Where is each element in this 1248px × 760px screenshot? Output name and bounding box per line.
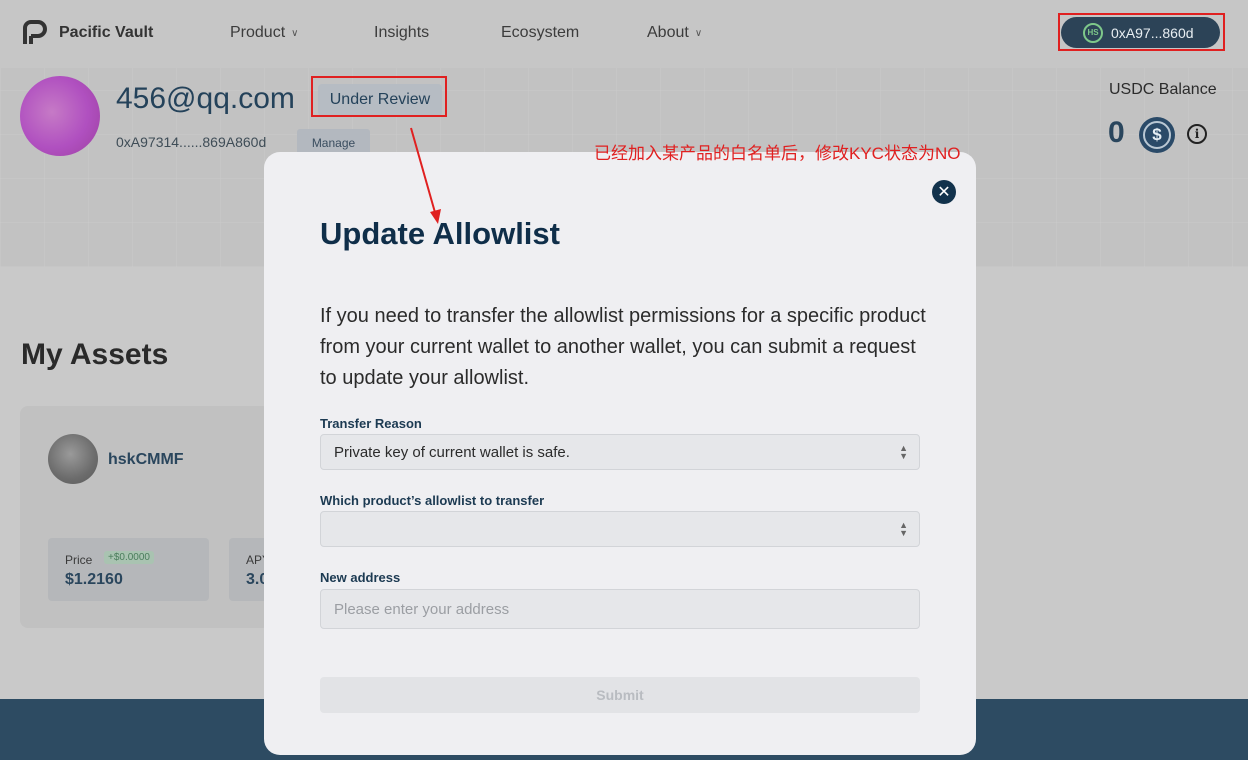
nav-insights[interactable]: Insights [374,24,429,42]
nav-about-label: About [647,24,689,41]
transfer-reason-select[interactable]: Private key of current wallet is safe. ▲… [320,434,920,470]
nav-ecosystem-label: Ecosystem [501,24,580,41]
new-address-input[interactable] [320,589,920,629]
nav-product[interactable]: Product ∨ [230,24,298,42]
product-allowlist-select[interactable]: ▲ ▼ [320,511,920,547]
close-icon[interactable]: ✕ [932,180,956,204]
price-stat-box [48,538,209,601]
usdc-coin-symbol: $ [1143,121,1171,149]
nav-insights-label: Insights [374,24,430,41]
brand-name: Pacific Vault [59,24,154,41]
usdc-coin-icon: $ [1139,117,1175,153]
apy-label: APY [246,553,264,567]
new-address-label: New address [320,570,401,585]
nav-product-label: Product [230,24,286,41]
annotation-text: 已经加入某产品的白名单后，修改KYC状态为NO [594,144,961,163]
user-email: 456@qq.com [116,82,295,115]
product-allowlist-label: Which product’s allowlist to transfer [320,493,545,508]
price-change-badge: +$0.0000 [104,551,154,564]
brand-logo[interactable]: Pacific Vault [22,20,153,46]
transfer-reason-label: Transfer Reason [320,416,422,431]
select-arrows-icon: ▲ ▼ [899,520,908,538]
highlight-box-status [311,76,447,117]
nav-about[interactable]: About ∨ [647,24,702,42]
chevron-down-icon: ∨ [291,27,299,39]
price-value: $1.2160 [65,571,123,588]
highlight-box-wallet [1058,13,1225,51]
modal-title: Update Allowlist [320,216,560,251]
modal-description: If you need to transfer the allowlist pe… [320,305,926,389]
nav-ecosystem[interactable]: Ecosystem [501,24,579,42]
price-label: Price [65,553,93,567]
asset-avatar [48,434,98,484]
transfer-reason-value: Private key of current wallet is safe. [334,443,570,461]
user-wallet-address: 0xA97314......869A860d [116,134,267,150]
my-assets-heading: My Assets [21,338,169,371]
info-icon[interactable]: i [1187,124,1207,144]
usdc-balance-value: 0 [1108,116,1125,149]
apy-value: 3.0 [246,571,264,588]
chevron-down-icon: ∨ [694,27,703,39]
asset-name: hskCMMF [108,451,184,468]
pacific-vault-logo-icon [23,20,47,44]
submit-button[interactable]: Submit [320,677,920,713]
avatar [20,76,100,156]
usdc-balance-label: USDC Balance [1109,81,1217,98]
select-arrows-icon: ▲ ▼ [899,443,908,461]
